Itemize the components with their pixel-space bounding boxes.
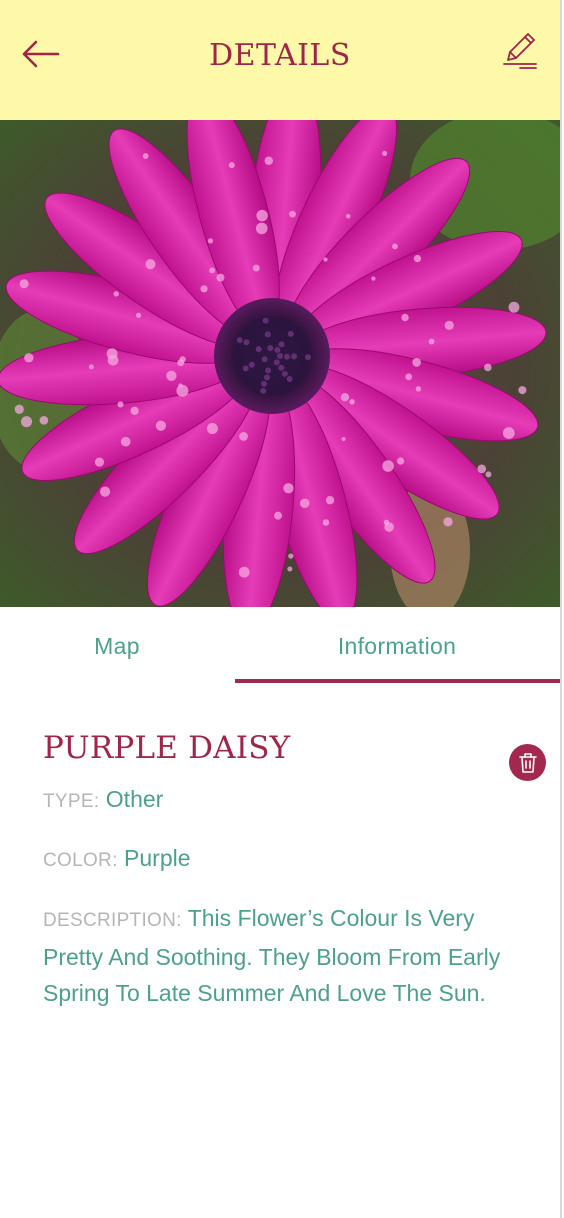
color-value: Purple: [124, 845, 191, 871]
description-field: DESCRIPTION: This Flower’s Colour Is Ver…: [43, 900, 513, 1011]
color-label: COLOR:: [43, 850, 118, 871]
color-field: COLOR: Purple: [43, 840, 523, 879]
plant-photo: [0, 120, 560, 607]
description-label: DESCRIPTION:: [43, 910, 182, 931]
type-value: Other: [105, 786, 164, 812]
active-tab-indicator: [235, 679, 560, 683]
plant-name: PURPLE DAISY: [43, 730, 291, 766]
app-header: DETAILS: [0, 0, 560, 120]
edit-button[interactable]: [498, 28, 542, 72]
page-title: DETAILS: [209, 38, 351, 73]
trash-icon: [518, 752, 537, 773]
type-label: TYPE:: [43, 791, 100, 812]
delete-button[interactable]: [509, 744, 546, 781]
type-field: TYPE: Other: [43, 781, 523, 820]
page-edge-divider: [560, 0, 562, 1218]
tab-bar: Map Information: [0, 607, 560, 685]
tab-information[interactable]: Information: [234, 607, 560, 685]
pencil-icon: [503, 33, 537, 69]
tab-map[interactable]: Map: [0, 607, 234, 685]
details-screen: DETAILS Map Information PURPLE DAISY TYP…: [0, 0, 562, 1218]
